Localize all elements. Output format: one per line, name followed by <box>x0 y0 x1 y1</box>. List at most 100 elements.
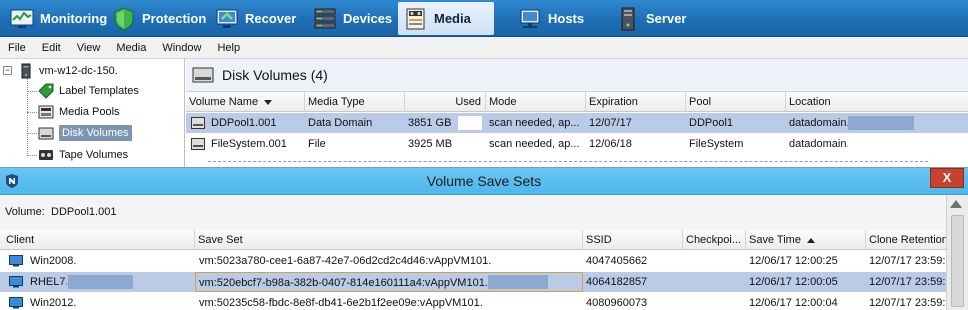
cell-client: Win2012. <box>30 297 77 309</box>
nav-tab-label: Protection <box>142 11 207 26</box>
column-header-save-time[interactable]: Save Time <box>746 230 866 250</box>
vertical-scrollbar[interactable] <box>946 195 968 310</box>
tag-icon <box>38 83 54 99</box>
tree-item-media-pools[interactable]: Media Pools <box>38 102 120 122</box>
column-header-client[interactable]: Client <box>0 230 195 250</box>
column-header-used[interactable]: Used <box>405 92 486 112</box>
volume-info-bar: Volume: DDPool1.001 <box>0 195 946 230</box>
cell-clone-retention: 12/07/17 23:59: <box>869 297 946 309</box>
tree-root-server[interactable]: vm-w12-dc-150. <box>18 61 118 81</box>
column-header-pool[interactable]: Pool <box>686 92 786 112</box>
menu-window[interactable]: Window <box>154 42 209 54</box>
column-header-media-type[interactable]: Media Type <box>305 92 405 112</box>
cell-checkpoint <box>683 293 746 310</box>
cell-mode: scan needed, ap... <box>489 117 580 129</box>
column-header-save-set[interactable]: Save Set <box>195 230 583 250</box>
nav-tab-recover[interactable]: Recover <box>209 2 309 35</box>
disk-volume-icon <box>191 138 205 150</box>
tree-item-label-templates[interactable]: Label Templates <box>38 81 139 101</box>
top-navigation-bar: Monitoring Protection Recover Devices Me… <box>0 0 968 37</box>
nav-tab-protection[interactable]: Protection <box>106 2 206 35</box>
column-header-mode[interactable]: Mode <box>486 92 586 112</box>
scrollbar-thumb[interactable] <box>951 215 964 307</box>
column-header-checkpoint[interactable]: Checkpoi... <box>683 230 746 250</box>
cell-save-time: 12/06/17 12:00:25 <box>749 255 838 267</box>
column-header-expiration[interactable]: Expiration <box>586 92 686 112</box>
redacted-area <box>68 275 133 289</box>
tree-item-label: Tape Volumes <box>59 149 129 161</box>
sort-ascending-icon <box>806 237 815 243</box>
column-header-volume-name[interactable]: Volume Name <box>186 92 305 112</box>
column-header-ssid[interactable]: SSID <box>583 230 683 250</box>
cell-ssid: 4064182857 <box>586 276 648 288</box>
cell-clone-retention: 12/07/17 23:59: <box>869 255 946 267</box>
cell-client: RHEL7. <box>30 276 67 288</box>
tree-item-disk-volumes[interactable]: Disk Volumes <box>38 123 132 143</box>
cell-pool: DDPool1 <box>689 117 734 129</box>
cell-used: 3851 GB <box>408 117 452 129</box>
save-set-row[interactable]: Win2008. vm:5023a780-cee1-6a87-42e7-06d2… <box>0 251 946 271</box>
tree-collapse-toggle[interactable]: − <box>3 66 12 75</box>
tree-connector <box>27 133 37 134</box>
tape-icon <box>39 150 53 160</box>
nav-tab-label: Monitoring <box>40 11 108 26</box>
menu-help[interactable]: Help <box>209 42 248 54</box>
dialog-title-bar[interactable]: Volume Save Sets X <box>0 168 968 195</box>
tree-connector <box>27 112 37 113</box>
shield-icon <box>114 6 134 31</box>
cell-save-set: vm:5023a780-cee1-6a87-42e7-06d2cd2c4d46:… <box>199 255 492 267</box>
cell-clone-retention: 12/07/17 23:59: <box>869 276 946 288</box>
volume-label: Volume: <box>5 206 45 218</box>
cell-pool: FileSystem <box>689 138 744 150</box>
cell-ssid: 4080960073 <box>586 297 648 309</box>
close-icon: X <box>942 170 952 185</box>
disk-volume-icon <box>191 117 205 129</box>
menu-view[interactable]: View <box>69 42 109 54</box>
disk-volume-row-selected[interactable]: DDPool1.001 Data Domain 3851 GB scan nee… <box>186 113 968 133</box>
cell-checkpoint <box>683 272 746 292</box>
recover-icon <box>216 9 238 28</box>
disk-volumes-title: Disk Volumes (4) <box>222 67 328 83</box>
tree-item-tape-volumes[interactable]: Tape Volumes <box>38 145 128 165</box>
cell-client: Win2008. <box>30 255 77 267</box>
server-icon <box>621 7 635 30</box>
nav-tab-monitoring[interactable]: Monitoring <box>4 2 108 35</box>
cell-location: datadomain. <box>789 138 848 150</box>
nav-tab-label: Server <box>646 11 687 26</box>
menu-bar: File Edit View Media Window Help <box>0 37 968 59</box>
tree-connector <box>27 75 28 156</box>
partially-hidden-row <box>186 155 968 167</box>
nav-tab-media[interactable]: Media <box>398 2 494 35</box>
nav-tab-server[interactable]: Server <box>610 2 700 35</box>
save-set-row-selected[interactable]: RHEL7. vm:520ebcf7-b98a-382b-0407-814e16… <box>0 272 946 292</box>
save-set-row[interactable]: Win2012. vm:50235c58-fbdc-8e8f-db41-6e2b… <box>0 293 946 310</box>
volume-value: DDPool1.001 <box>51 206 117 218</box>
nav-tab-label: Media <box>434 11 471 26</box>
menu-media[interactable]: Media <box>108 42 154 54</box>
tree-item-label: Label Templates <box>59 85 139 97</box>
scroll-up-arrow-icon[interactable] <box>950 200 962 208</box>
cell-media-type: Data Domain <box>308 117 373 129</box>
disk-volume-row[interactable]: FileSystem.001 File 3925 MB scan needed,… <box>186 134 968 154</box>
column-header-location[interactable]: Location <box>786 92 968 112</box>
close-button[interactable]: X <box>930 168 964 188</box>
tree-item-label: Media Pools <box>59 106 120 118</box>
nav-tab-hosts[interactable]: Hosts <box>512 2 602 35</box>
usage-bar <box>458 116 482 130</box>
dialog-title: Volume Save Sets <box>426 173 542 189</box>
disk-volume-icon <box>192 67 214 83</box>
sort-descending-icon <box>264 99 273 105</box>
nav-tab-label: Devices <box>343 11 393 26</box>
column-header-clone-retention[interactable]: Clone Retention <box>866 230 946 250</box>
clipped-row-text <box>208 161 928 163</box>
disk-volumes-header: Disk Volumes (4) <box>186 59 968 92</box>
menu-file[interactable]: File <box>0 42 34 54</box>
tree-item-label: Disk Volumes <box>59 125 132 141</box>
cell-expiration: 12/06/18 <box>589 138 632 150</box>
nav-tab-devices[interactable]: Devices <box>307 2 399 35</box>
menu-edit[interactable]: Edit <box>34 42 69 54</box>
disk-volume-icon <box>38 127 54 140</box>
cell-save-time: 12/06/17 12:00:05 <box>749 276 838 288</box>
media-pool-icon <box>38 105 54 119</box>
cell-volume-name: DDPool1.001 <box>211 117 277 129</box>
